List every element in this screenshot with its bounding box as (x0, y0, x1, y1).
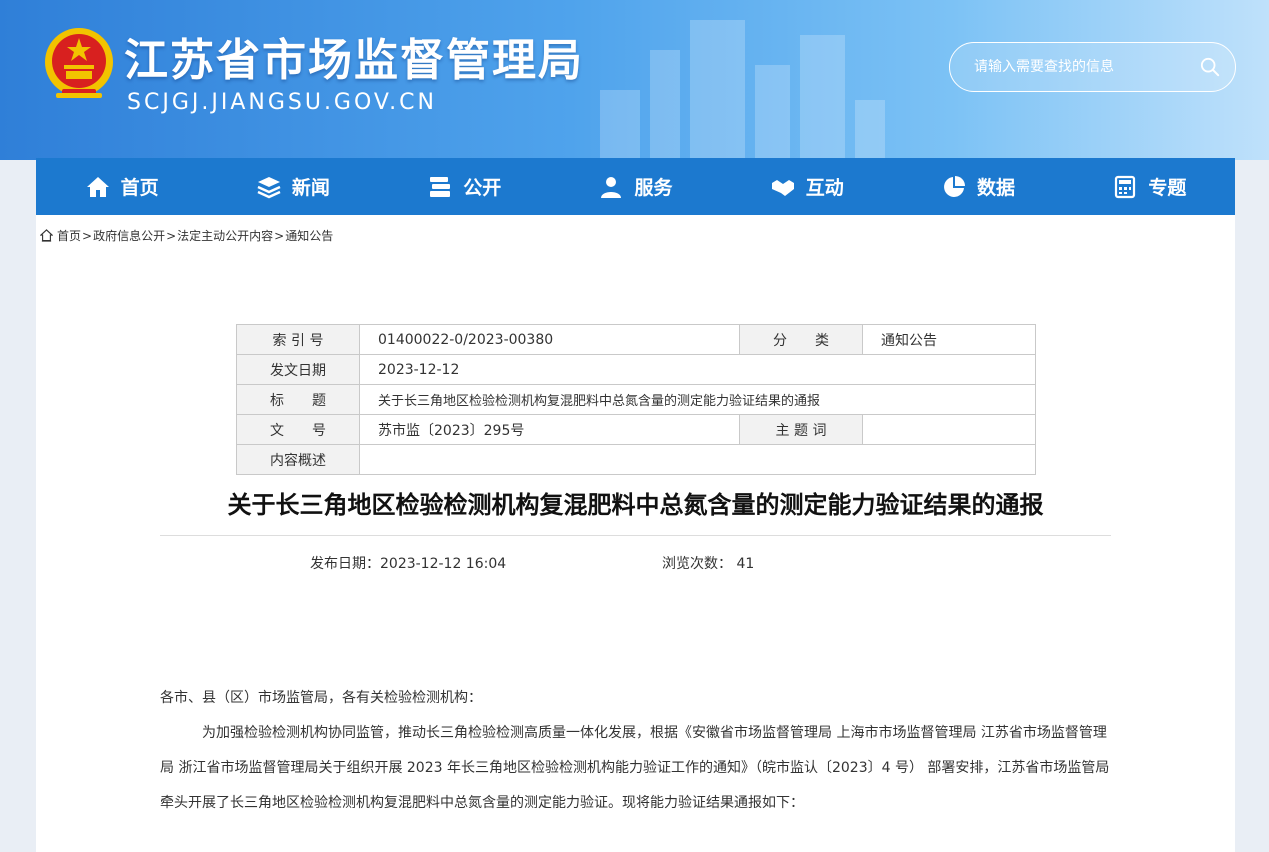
docno-value: 苏市监〔2023〕295号 (359, 414, 740, 445)
breadcrumb-home[interactable]: 首页 (57, 227, 81, 244)
users-icon (601, 176, 622, 198)
keywords-label: 主 题 词 (739, 414, 863, 445)
skyline-decoration (755, 65, 790, 160)
skyline-decoration (600, 90, 640, 160)
handshake-icon (771, 179, 794, 196)
article-paragraph: 为加强检验检测机构协同监管，推动长三角检验检测高质量一体化发展，根据《安徽省市场… (160, 725, 1110, 811)
breadcrumb-notices[interactable]: 通知公告 (285, 227, 333, 244)
nav-item-label: 首页 (120, 177, 159, 199)
breadcrumb: 首页 > 政府信息公开 > 法定主动公开内容 > 通知公告 (40, 227, 333, 244)
content-panel: 首页 > 政府信息公开 > 法定主动公开内容 > 通知公告 索 引 号 0140… (36, 215, 1235, 852)
breadcrumb-separator: > (82, 228, 93, 243)
date-value: 2023-12-12 (359, 354, 1036, 385)
site-title: 江苏省市场监督管理局 (124, 35, 584, 86)
calculator-icon (1115, 175, 1136, 198)
index-value: 01400022-0/2023-00380 (359, 324, 740, 355)
title-value: 关于长三角地区检验检测机构复混肥料中总氮含量的测定能力验证结果的通报 (359, 384, 1036, 415)
skyline-decoration (800, 35, 845, 160)
view-count-label: 浏览次数： (662, 556, 732, 572)
national-emblem-icon (42, 25, 116, 103)
category-label: 分 类 (739, 324, 863, 355)
search-box (949, 42, 1236, 92)
nav-item-label: 服务 (634, 177, 673, 199)
nav-item-label: 新闻 (291, 177, 330, 199)
nav-item-topics[interactable]: 专题 (1064, 158, 1235, 215)
nav-item-public[interactable]: 公开 (379, 158, 550, 215)
summary-label: 内容概述 (236, 444, 360, 475)
view-count: 浏览次数： 41 (662, 553, 754, 573)
nav-item-label: 专题 (1148, 177, 1187, 199)
publish-date-value: 2023-12-12 16:04 (380, 556, 507, 572)
main-nav: 首页 新闻 公开 服务 互动 数据 专题 (36, 158, 1235, 215)
nav-item-data[interactable]: 数据 (892, 158, 1063, 215)
article-title: 关于长三角地区检验检测机构复混肥料中总氮含量的测定能力验证结果的通报 (227, 491, 1044, 519)
table-row: 索 引 号 01400022-0/2023-00380 分 类 通知公告 (236, 324, 1036, 355)
salutation: 各市、县（区）市场监管局，各有关检验检测机构： (160, 690, 482, 706)
table-row: 内容概述 (236, 444, 1036, 475)
table-row: 文 号 苏市监〔2023〕295号 主 题 词 (236, 414, 1036, 445)
divider (160, 535, 1111, 536)
nav-item-service[interactable]: 服务 (550, 158, 721, 215)
search-input[interactable] (974, 59, 1199, 75)
breadcrumb-gov-info[interactable]: 政府信息公开 (93, 227, 165, 244)
table-row: 发文日期 2023-12-12 (236, 354, 1036, 385)
skyline-decoration (855, 100, 885, 160)
index-label: 索 引 号 (236, 324, 360, 355)
nav-item-label: 公开 (463, 177, 502, 199)
title-label: 标 题 (236, 384, 360, 415)
site-url: SCJGJ.JIANGSU.GOV.CN (127, 90, 437, 115)
breadcrumb-statutory[interactable]: 法定主动公开内容 (177, 227, 273, 244)
document-meta-table: 索 引 号 01400022-0/2023-00380 分 类 通知公告 发文日… (236, 324, 1036, 475)
pie-chart-icon (944, 175, 966, 197)
category-value: 通知公告 (862, 324, 1036, 355)
site-header: 江苏省市场监督管理局 SCJGJ.JIANGSU.GOV.CN (0, 0, 1269, 160)
docno-label: 文 号 (236, 414, 360, 445)
nav-item-label: 数据 (977, 177, 1016, 199)
layers-icon (257, 176, 281, 198)
nav-item-news[interactable]: 新闻 (207, 158, 378, 215)
article-body: 各市、县（区）市场监管局，各有关检验检测机构： 为加强检验检测机构协同监管，推动… (160, 681, 1111, 821)
breadcrumb-separator: > (166, 228, 177, 243)
nav-item-home[interactable]: 首页 (36, 158, 207, 215)
skyline-decoration (650, 50, 680, 160)
home-icon (86, 176, 109, 197)
publish-date-label: 发布日期： (310, 556, 380, 572)
nav-item-label: 互动 (805, 177, 844, 199)
skyline-decoration (690, 20, 745, 160)
publish-date: 发布日期：2023-12-12 16:04 (310, 553, 506, 573)
breadcrumb-separator: > (274, 228, 285, 243)
home-icon (40, 229, 53, 242)
table-row: 标 题 关于长三角地区检验检测机构复混肥料中总氮含量的测定能力验证结果的通报 (236, 384, 1036, 415)
stack-icon (430, 176, 451, 197)
keywords-value (862, 414, 1036, 445)
summary-value (359, 444, 1036, 475)
search-icon[interactable] (1199, 56, 1221, 78)
date-label: 发文日期 (236, 354, 360, 385)
view-count-value: 41 (736, 556, 755, 572)
nav-item-interact[interactable]: 互动 (721, 158, 892, 215)
